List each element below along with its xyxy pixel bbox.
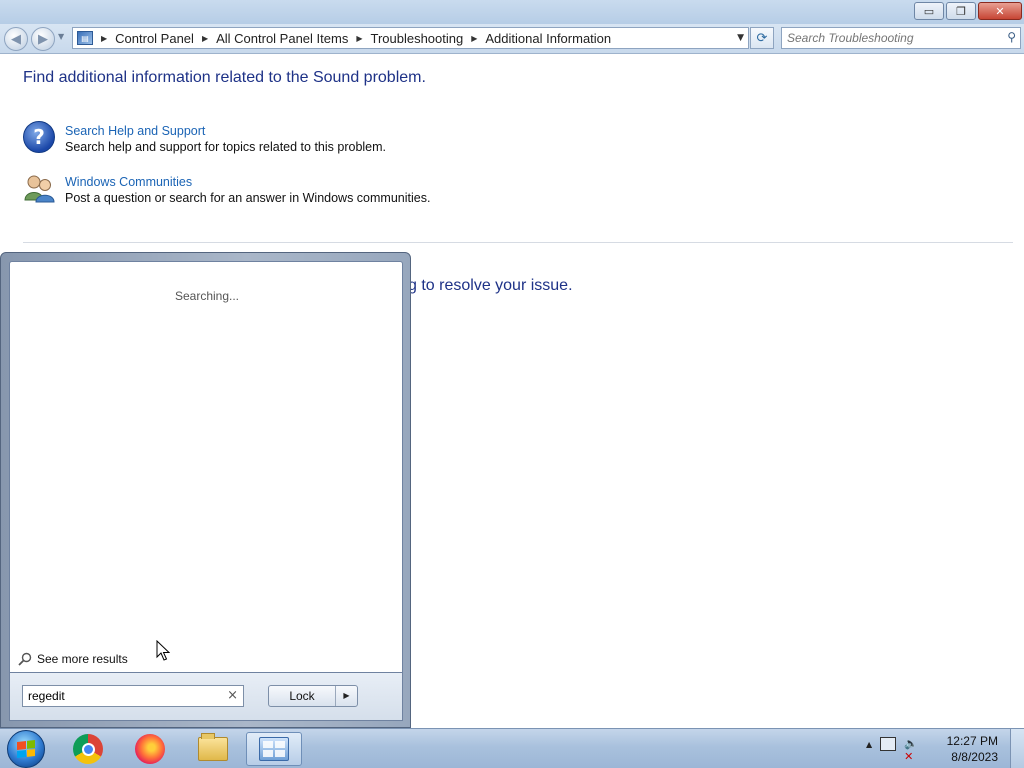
help-question-icon: ? — [23, 121, 55, 153]
start-button[interactable] — [7, 730, 45, 768]
show-desktop-button[interactable] — [1010, 729, 1024, 768]
see-more-results-link[interactable]: See more results — [18, 652, 128, 666]
windows-communities-item[interactable]: Windows Communities Post a question or s… — [23, 172, 430, 205]
clock-date: 8/8/2023 — [951, 750, 998, 764]
restore-button[interactable]: ❐ — [946, 2, 976, 20]
firefox-icon — [135, 734, 165, 764]
address-bar[interactable]: ▤ ▶ Control Panel ▶ All Control Panel It… — [72, 27, 749, 49]
help-support-description: Search help and support for topics relat… — [65, 140, 387, 154]
start-search-box[interactable]: × — [22, 685, 244, 707]
search-status-text: Searching... — [174, 289, 240, 303]
navigation-bar: ◀ ▶ ▼ ▤ ▶ Control Panel ▶ All Control Pa… — [0, 24, 1024, 54]
breadcrumb-all-items[interactable]: All Control Panel Items — [216, 31, 348, 46]
taskbar: ▲ 🔈✕ 12:27 PM 8/8/2023 — [0, 728, 1024, 768]
minimize-button[interactable]: ▭ — [914, 2, 944, 20]
recent-pages-dropdown[interactable]: ▼ — [58, 32, 64, 41]
refresh-button[interactable]: ⟳ — [750, 27, 774, 49]
file-explorer-icon — [198, 733, 228, 761]
breadcrumb-troubleshooting[interactable]: Troubleshooting — [370, 31, 463, 46]
network-icon[interactable] — [880, 737, 897, 751]
start-menu-results-pane: Searching... See more results — [9, 261, 403, 673]
help-support-link[interactable]: Search Help and Support — [65, 124, 386, 138]
clock-time: 12:27 PM — [946, 734, 998, 748]
taskbar-control-panel[interactable] — [246, 732, 302, 766]
power-options-arrow-icon[interactable]: ▶ — [336, 686, 357, 706]
breadcrumb-separator-icon[interactable]: ▶ — [471, 34, 477, 43]
control-panel-icon — [259, 737, 289, 761]
page-title: Find additional information related to t… — [23, 69, 426, 86]
breadcrumb-control-panel[interactable]: Control Panel — [115, 31, 194, 46]
show-hidden-icons-icon[interactable]: ▲ — [866, 740, 872, 749]
search-input[interactable] — [787, 31, 997, 45]
lock-button[interactable]: Lock — [269, 686, 336, 706]
breadcrumb-additional-information[interactable]: Additional Information — [485, 31, 611, 46]
window-controls: ▭ ❐ ✕ — [914, 2, 1022, 20]
section-divider — [23, 242, 1013, 243]
clock[interactable]: 12:27 PM 8/8/2023 — [947, 733, 998, 765]
chrome-icon — [73, 734, 103, 764]
start-menu-bottom-bar: × Lock ▶ — [9, 673, 403, 721]
close-button[interactable]: ✕ — [978, 2, 1022, 20]
title-bar: ▭ ❐ ✕ — [0, 0, 1024, 24]
forward-button[interactable]: ▶ — [31, 27, 55, 51]
clear-search-icon[interactable]: × — [227, 688, 238, 703]
breadcrumb-separator-icon[interactable]: ▶ — [202, 34, 208, 43]
mouse-pointer-icon — [156, 640, 170, 661]
windows-logo-icon — [17, 740, 35, 758]
help-support-item[interactable]: ? Search Help and Support Search help an… — [23, 121, 386, 154]
volume-muted-icon[interactable]: 🔈✕ — [904, 737, 920, 763]
breadcrumb-separator-icon[interactable]: ▶ — [356, 34, 362, 43]
magnifier-icon — [18, 652, 32, 666]
back-button[interactable]: ◀ — [4, 27, 28, 51]
taskbar-file-explorer[interactable] — [185, 732, 241, 766]
lock-button-group: Lock ▶ — [268, 685, 358, 707]
start-search-input[interactable] — [28, 689, 218, 703]
section-heading-partial: g to resolve your issue. — [408, 277, 573, 294]
address-dropdown-icon[interactable]: ▼ — [737, 33, 744, 43]
breadcrumb-separator-icon[interactable]: ▶ — [101, 34, 107, 43]
see-more-results-label[interactable]: See more results — [37, 652, 128, 666]
windows-communities-link[interactable]: Windows Communities — [65, 175, 430, 189]
taskbar-chrome[interactable] — [60, 732, 116, 766]
taskbar-firefox[interactable] — [122, 732, 178, 766]
windows-communities-description: Post a question or search for an answer … — [65, 191, 431, 205]
search-icon[interactable]: ⚲ — [1007, 30, 1016, 44]
search-box[interactable]: ⚲ — [781, 27, 1021, 49]
people-icon — [24, 175, 55, 203]
system-tray: ▲ 🔈✕ — [866, 737, 920, 763]
control-panel-icon: ▤ — [77, 31, 93, 45]
start-menu: Searching... See more results × Lock ▶ — [0, 252, 411, 728]
